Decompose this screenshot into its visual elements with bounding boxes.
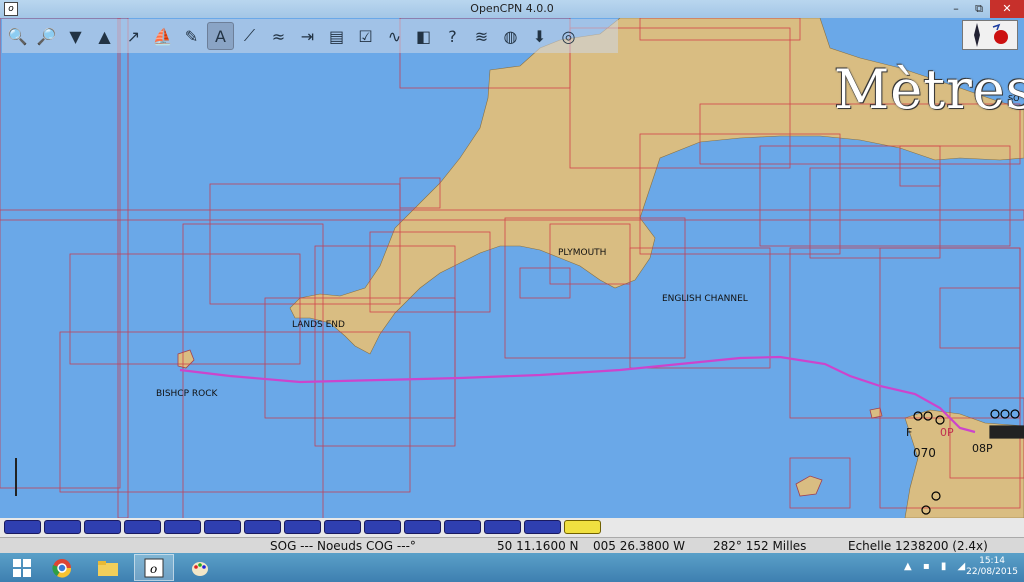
quilt-piece[interactable]: [284, 520, 321, 534]
quilt-piece[interactable]: [324, 520, 361, 534]
quilt-piece[interactable]: [44, 520, 81, 534]
sounding-label: 070: [913, 446, 936, 460]
quilt-piece[interactable]: [84, 520, 121, 534]
status-sog-cog: SOG --- Noeuds COG ---°: [270, 539, 416, 553]
chart-quilt-bar: [0, 518, 1024, 537]
text-icon[interactable]: A: [207, 22, 234, 50]
svg-text:o: o: [150, 562, 157, 576]
status-latitude: 50 11.1600 N: [497, 539, 579, 553]
zoom-in-icon[interactable]: 🔍: [4, 22, 31, 50]
route-icon[interactable]: ↗: [120, 22, 147, 50]
system-tray[interactable]: ▲ ▪ ▮ ◢: [904, 561, 969, 572]
ship-icon[interactable]: ⛵: [149, 22, 176, 50]
status-bar: SOG --- Noeuds COG ---° 50 11.1600 N 005…: [0, 537, 1024, 554]
windows-start-icon[interactable]: [2, 554, 42, 581]
quilt-piece[interactable]: [4, 520, 41, 534]
quilt-piece[interactable]: [364, 520, 401, 534]
close-button[interactable]: ✕: [990, 0, 1024, 18]
status-longitude: 005 26.3800 W: [593, 539, 686, 553]
label-bishop-rock: BISHCP ROCK: [156, 389, 218, 399]
clock-date: 22/08/2015: [966, 567, 1018, 577]
sounding-label: 0P: [940, 426, 954, 439]
opencpn-taskbar-icon[interactable]: o: [134, 554, 174, 581]
quilt-piece[interactable]: [244, 520, 281, 534]
label-plymouth: PLYMOUTH: [558, 248, 607, 258]
sounding-label: 08P: [972, 442, 993, 455]
currents-icon[interactable]: ⇥: [294, 22, 321, 50]
quilt-piece[interactable]: [484, 520, 521, 534]
quilt-piece[interactable]: [164, 520, 201, 534]
restore-button[interactable]: ⧉: [968, 0, 990, 18]
label-lands-end: LANDS END: [292, 320, 345, 330]
print-icon[interactable]: ▤: [323, 22, 350, 50]
status-scale: Echelle 1238200 (2.4x): [848, 539, 988, 553]
scale-down-icon[interactable]: ▼: [62, 22, 89, 50]
color-scheme-icon[interactable]: ◧: [410, 22, 437, 50]
globe-icon[interactable]: ◍: [497, 22, 524, 50]
tides-icon[interactable]: ≈: [265, 22, 292, 50]
quilt-piece[interactable]: [124, 520, 161, 534]
title-bar: o OpenCPN 4.0.0 – ⧉ ✕: [0, 0, 1024, 19]
help-icon[interactable]: ?: [439, 22, 466, 50]
label-english-channel: ENGLISH CHANNEL: [662, 294, 748, 304]
measure-icon[interactable]: ⟋: [236, 22, 263, 50]
main-toolbar: 🔍 🔎 ▼ ▲ ↗ ⛵ ✎ A ⟋ ≈ ⇥ ▤ ☑ ∿ ◧ ? ≋ ◍ ⬇ ◎: [2, 19, 618, 53]
clock-time: 15:14: [979, 556, 1006, 566]
file-explorer-icon[interactable]: [88, 554, 128, 581]
quilt-piece[interactable]: [444, 520, 481, 534]
life-ring-icon[interactable]: ◎: [555, 22, 582, 50]
route-manager-icon[interactable]: ☑: [352, 22, 379, 50]
paint-icon[interactable]: [180, 554, 220, 581]
windows-taskbar: o ▲ ▪ ▮ ◢ 15:14 22/08/2015: [0, 553, 1024, 582]
scale-up-icon[interactable]: ▲: [91, 22, 118, 50]
north-arrow-icon: [974, 23, 980, 47]
zoom-out-icon[interactable]: 🔎: [33, 22, 60, 50]
chart-downloader-icon[interactable]: ⬇: [526, 22, 553, 50]
quilt-piece[interactable]: [404, 520, 441, 534]
window-title: OpenCPN 4.0.0: [470, 2, 554, 15]
settings-icon[interactable]: ✎: [178, 22, 205, 50]
minimize-button[interactable]: –: [944, 0, 968, 18]
taskbar-clock[interactable]: 15:14 22/08/2015: [966, 556, 1018, 578]
gps-status-icon: [994, 30, 1008, 44]
depth-unit-watermark: Mètres: [834, 58, 1024, 121]
sounding-label: F: [906, 426, 913, 439]
quilt-piece[interactable]: [204, 520, 241, 534]
compass-widget[interactable]: [962, 20, 1018, 50]
grib-icon[interactable]: ≋: [468, 22, 495, 50]
chrome-icon[interactable]: [42, 554, 82, 581]
track-icon[interactable]: ∿: [381, 22, 408, 50]
quilt-piece[interactable]: [524, 520, 561, 534]
quilt-piece-current[interactable]: [564, 520, 601, 534]
status-bearing-distance: 282° 152 Milles: [713, 539, 807, 553]
